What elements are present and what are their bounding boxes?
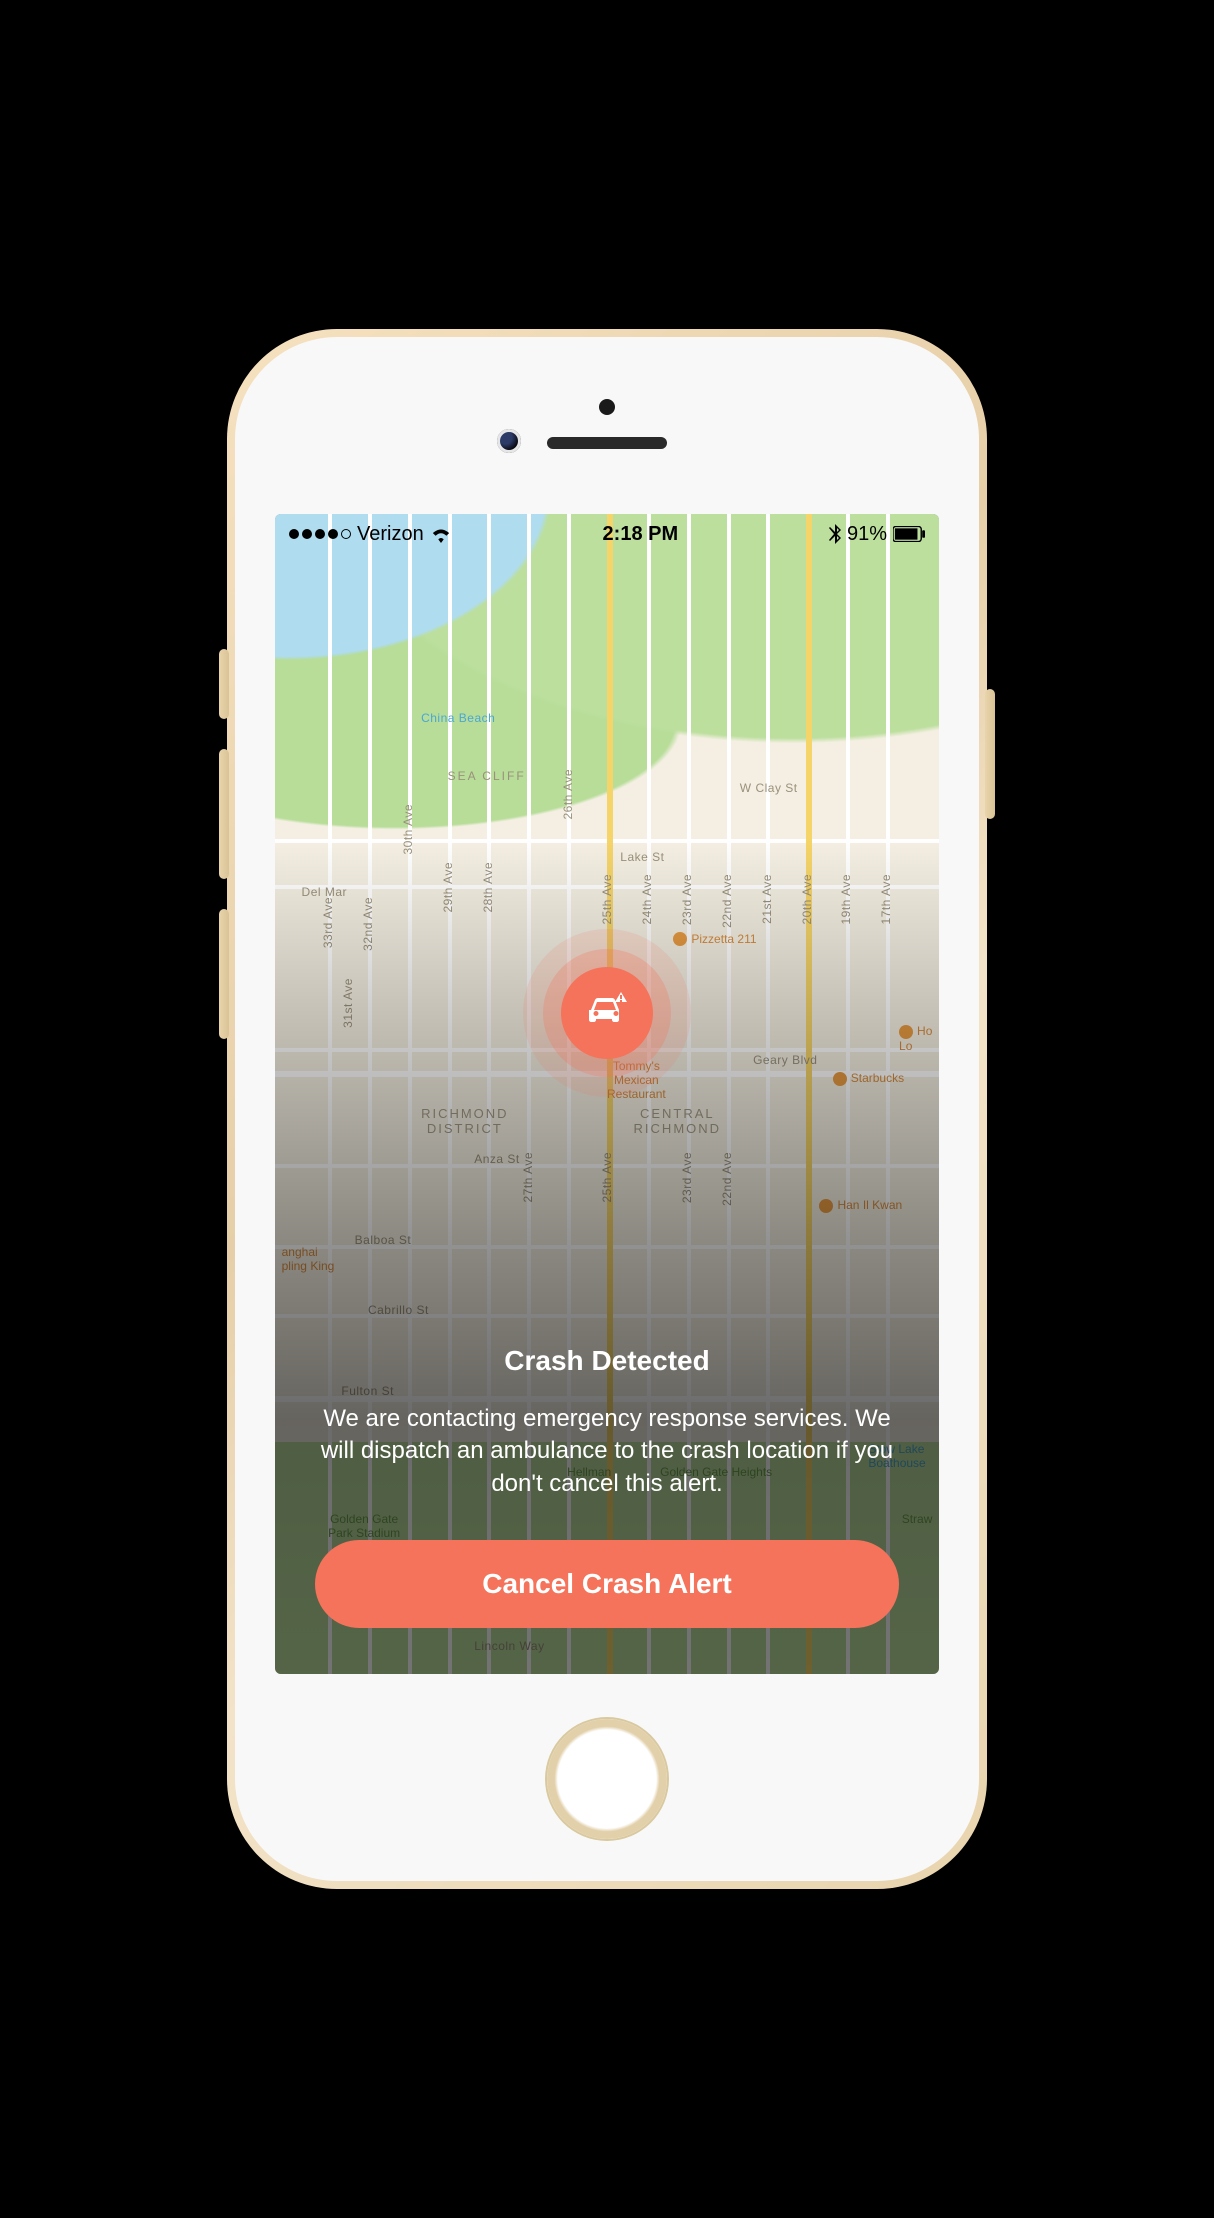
clock: 2:18 PM — [452, 523, 829, 546]
volume-down — [219, 909, 229, 1039]
crash-alert-panel: Crash Detected We are contacting emergen… — [275, 1345, 939, 1674]
status-bar: Verizon 2:18 PM 91% — [275, 514, 939, 554]
phone-frame: China Beach SEA CLIFF Del Mar W Clay St … — [227, 329, 987, 1889]
front-camera — [497, 429, 521, 453]
earpiece-speaker — [547, 437, 667, 449]
crash-location-marker[interactable] — [561, 967, 653, 1059]
battery-icon — [893, 526, 925, 542]
alert-title: Crash Detected — [315, 1345, 899, 1377]
bluetooth-icon — [829, 524, 841, 544]
mute-switch — [219, 649, 229, 719]
screen: China Beach SEA CLIFF Del Mar W Clay St … — [275, 514, 939, 1674]
proximity-sensor — [599, 399, 615, 415]
cancel-crash-alert-button[interactable]: Cancel Crash Alert — [315, 1540, 899, 1628]
signal-strength-icon — [289, 529, 351, 539]
volume-up — [219, 749, 229, 879]
power-button — [985, 689, 995, 819]
alert-body: We are contacting emergency response ser… — [315, 1403, 899, 1500]
home-button[interactable] — [547, 1719, 667, 1839]
carrier-label: Verizon — [357, 523, 424, 546]
car-alert-icon — [583, 990, 631, 1035]
wifi-icon — [430, 525, 452, 543]
battery-pct: 91% — [847, 523, 887, 546]
